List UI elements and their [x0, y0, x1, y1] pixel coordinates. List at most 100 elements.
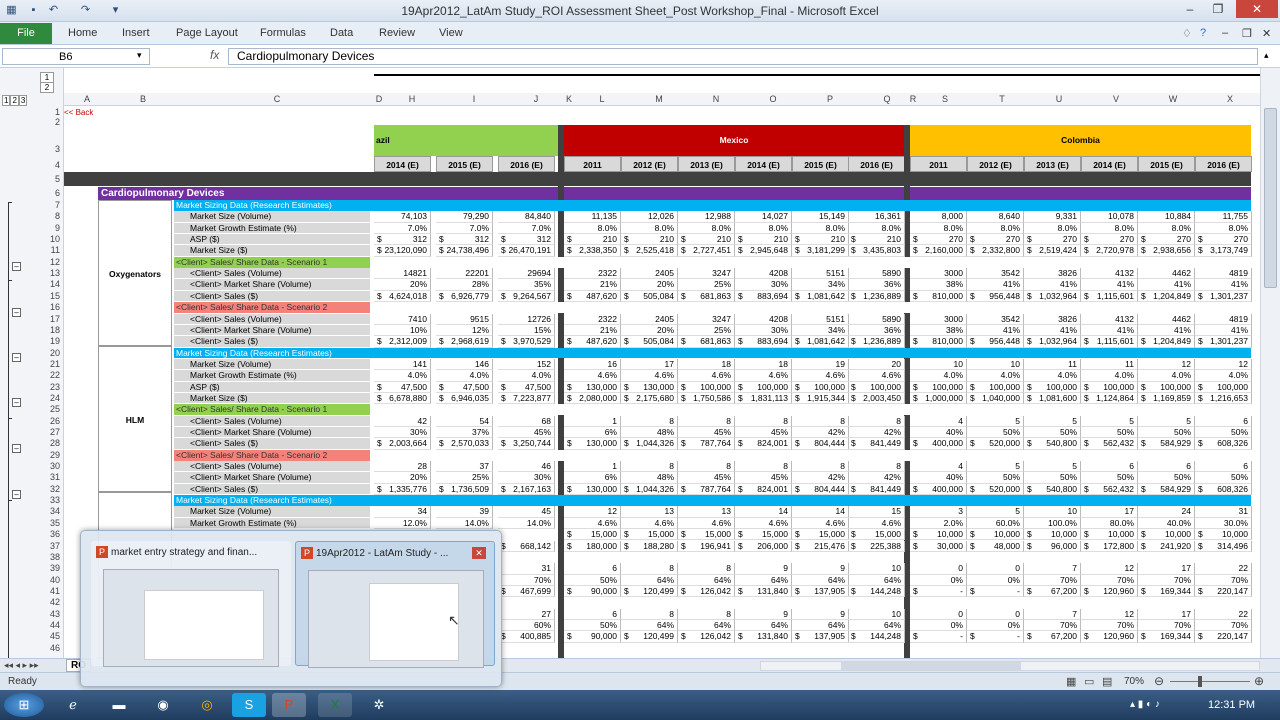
data-cell[interactable]: 1 — [564, 415, 621, 427]
data-cell[interactable]: 70% — [498, 574, 555, 586]
data-cell[interactable]: 16,361 — [848, 211, 905, 223]
data-cell[interactable]: $220,147 — [1195, 631, 1252, 643]
tab-view[interactable]: View — [439, 27, 463, 39]
row-number[interactable]: 43 — [38, 609, 64, 619]
data-cell[interactable]: 4.0% — [910, 370, 967, 382]
data-cell[interactable]: 5 — [1024, 461, 1081, 473]
data-cell[interactable]: $608,326 — [1195, 438, 1252, 450]
row-number[interactable]: 21 — [38, 359, 64, 369]
data-cell[interactable]: $1,115,601 — [1081, 336, 1138, 348]
data-cell[interactable]: 30% — [498, 472, 555, 484]
data-cell[interactable]: $131,840 — [735, 585, 792, 598]
data-cell[interactable]: 9 — [735, 563, 792, 575]
column-header[interactable]: B — [136, 94, 150, 104]
data-cell[interactable]: $505,084 — [621, 336, 678, 348]
data-cell[interactable]: 24 — [1138, 506, 1195, 518]
data-cell[interactable]: 6 — [564, 608, 621, 620]
data-cell[interactable]: $ - — [910, 631, 967, 643]
row-outline-levels[interactable]: 123 — [2, 95, 28, 106]
data-cell[interactable]: 0 — [910, 563, 967, 575]
row-number[interactable]: 36 — [38, 529, 64, 539]
column-header[interactable]: U — [1052, 94, 1066, 104]
data-cell[interactable]: 8 — [621, 563, 678, 575]
data-cell[interactable]: 35% — [498, 279, 555, 291]
data-cell[interactable]: $400,885 — [498, 631, 555, 643]
data-cell[interactable]: $100,000 — [678, 381, 735, 393]
data-cell[interactable]: $1,831,113 — [735, 392, 792, 405]
file-explorer-icon[interactable]: ▬ — [102, 693, 136, 717]
collapse-group-icon[interactable]: – — [12, 398, 21, 407]
data-cell[interactable]: 79,290 — [436, 211, 493, 223]
data-cell[interactable]: $100,000 — [1195, 381, 1252, 393]
column-header[interactable]: Q — [880, 94, 894, 104]
data-cell[interactable]: 4.0% — [498, 370, 555, 382]
column-header[interactable]: R — [906, 94, 920, 104]
data-cell[interactable]: 40.0% — [1138, 517, 1195, 530]
zoom-slider[interactable] — [1170, 681, 1250, 682]
data-cell[interactable]: 42% — [848, 472, 905, 484]
data-cell[interactable]: 4.6% — [564, 370, 621, 382]
data-cell[interactable]: 48% — [621, 472, 678, 484]
data-cell[interactable]: 6% — [564, 472, 621, 484]
row-number[interactable]: 2 — [38, 117, 64, 127]
zoom-slider-thumb[interactable] — [1198, 676, 1202, 687]
data-cell[interactable]: 14 — [735, 506, 792, 518]
zoom-in-icon[interactable]: ⊕ — [1254, 674, 1264, 688]
data-cell[interactable]: 3 — [910, 506, 967, 518]
insert-function-button[interactable]: fx — [210, 48, 219, 62]
data-cell[interactable]: $2,338,350 — [564, 245, 621, 257]
data-cell[interactable]: $ - — [967, 585, 1024, 598]
data-cell[interactable]: 4.6% — [564, 517, 621, 530]
internet-explorer-icon[interactable]: ℯ — [56, 693, 90, 717]
data-cell[interactable]: 4.6% — [848, 370, 905, 382]
data-cell[interactable]: $3,970,529 — [498, 336, 555, 348]
data-cell[interactable]: $47,500 — [498, 381, 555, 393]
row-number[interactable]: 37 — [38, 541, 64, 551]
column-header[interactable]: O — [766, 94, 780, 104]
data-cell[interactable]: 5151 — [792, 268, 849, 280]
data-cell[interactable]: 8.0% — [792, 222, 849, 235]
data-cell[interactable]: 45% — [678, 427, 735, 439]
data-cell[interactable]: 10 — [1024, 506, 1081, 518]
data-cell[interactable]: $7,223,877 — [498, 392, 555, 405]
horizontal-scrollbar[interactable] — [760, 661, 1260, 671]
data-cell[interactable]: $100,000 — [1138, 381, 1195, 393]
data-cell[interactable]: 45% — [735, 472, 792, 484]
data-cell[interactable]: 8 — [848, 415, 905, 427]
data-cell[interactable]: $4,624,018 — [374, 290, 431, 303]
data-cell[interactable]: 4819 — [1195, 268, 1252, 280]
data-cell[interactable]: $9,264,567 — [498, 290, 555, 303]
data-cell[interactable]: $47,500 — [436, 381, 493, 393]
data-cell[interactable]: 5 — [967, 461, 1024, 473]
workbook-restore-icon[interactable]: ❐ — [1242, 27, 1252, 40]
data-cell[interactable]: 41% — [1081, 324, 1138, 337]
row-number[interactable]: 19 — [38, 336, 64, 346]
data-cell[interactable]: 36% — [848, 279, 905, 291]
data-cell[interactable]: $1,301,237 — [1195, 336, 1252, 348]
data-cell[interactable]: $100,000 — [967, 381, 1024, 393]
data-cell[interactable]: 12,026 — [621, 211, 678, 223]
data-cell[interactable]: 42% — [792, 427, 849, 439]
ribbon-collapse-icon[interactable]: ♢ — [1182, 27, 1192, 40]
data-cell[interactable]: $312 — [436, 234, 493, 246]
data-cell[interactable]: 7.0% — [498, 222, 555, 235]
data-cell[interactable]: 8 — [678, 608, 735, 620]
row-number[interactable]: 30 — [38, 461, 64, 471]
data-cell[interactable]: 5890 — [848, 313, 905, 325]
data-cell[interactable]: 31 — [1195, 506, 1252, 518]
data-cell[interactable]: 30% — [735, 279, 792, 291]
data-cell[interactable]: 45% — [498, 427, 555, 439]
data-cell[interactable]: 50% — [1138, 427, 1195, 439]
data-cell[interactable]: 5 — [1024, 415, 1081, 427]
data-cell[interactable]: 12 — [1195, 358, 1252, 371]
data-cell[interactable]: 8 — [792, 461, 849, 473]
data-cell[interactable]: 4.6% — [792, 370, 849, 382]
data-cell[interactable]: $100,000 — [848, 381, 905, 393]
data-cell[interactable]: $1,915,344 — [792, 392, 849, 405]
column-header[interactable]: I — [467, 94, 481, 104]
data-cell[interactable]: $3,173,749 — [1195, 245, 1252, 257]
data-cell[interactable]: 152 — [498, 358, 555, 371]
column-header[interactable]: K — [562, 94, 576, 104]
row-number[interactable]: 7 — [38, 200, 64, 210]
data-cell[interactable]: $1,750,586 — [678, 392, 735, 405]
